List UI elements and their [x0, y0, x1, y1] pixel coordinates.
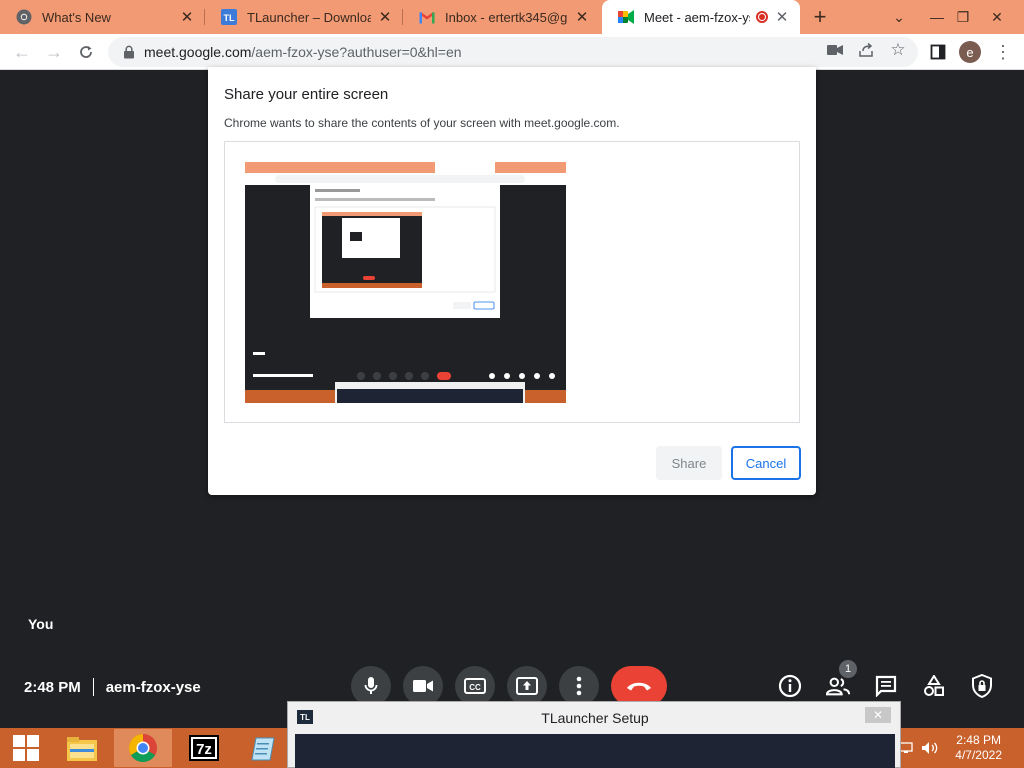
tab-strip: What's New ✕ TL TLauncher – Download M ✕… — [0, 0, 1024, 34]
close-icon[interactable]: ✕ — [574, 9, 590, 26]
tab-whats-new[interactable]: What's New ✕ — [0, 0, 205, 34]
recording-icon — [756, 11, 768, 23]
close-icon[interactable]: ✕ — [865, 707, 891, 723]
new-tab-button[interactable]: + — [806, 3, 834, 31]
window-title: TLauncher Setup — [541, 710, 649, 726]
svg-text:7z: 7z — [196, 741, 212, 758]
host-controls-icon[interactable] — [970, 674, 994, 698]
svg-text:CC: CC — [469, 683, 481, 692]
bookmark-star-icon[interactable]: ☆ — [889, 40, 907, 59]
volume-icon[interactable] — [918, 729, 942, 767]
forward-button[interactable]: → — [40, 38, 68, 66]
screen-thumbnail-image — [245, 162, 566, 403]
clock-date: 4/7/2022 — [955, 748, 1002, 762]
tab-tlauncher[interactable]: TL TLauncher – Download M ✕ — [205, 0, 403, 34]
dialog-subtitle: Chrome wants to share the contents of yo… — [224, 116, 620, 130]
tlauncher-setup-window[interactable]: TLauncher Setup TL ✕ — [287, 701, 901, 768]
address-bar[interactable]: meet.google.com/aem-fzox-yse?authuser=0&… — [108, 37, 918, 67]
tab-meet[interactable]: Meet - aem-fzox-yse ✕ — [602, 0, 800, 34]
restore-icon[interactable]: ❐ — [946, 0, 980, 34]
windows-logo-icon — [13, 735, 39, 761]
meeting-details-icon[interactable] — [778, 674, 802, 698]
url-text: meet.google.com/aem-fzox-yse?authuser=0&… — [144, 44, 462, 60]
system-clock[interactable]: 2:48 PM 4/7/2022 — [955, 733, 1002, 763]
divider — [92, 678, 94, 696]
microphone-button[interactable] — [351, 666, 391, 706]
call-end-icon — [627, 682, 651, 691]
tab-title: TLauncher – Download M — [247, 9, 371, 25]
side-panel-icon[interactable] — [925, 39, 951, 65]
lock-icon[interactable] — [122, 45, 136, 59]
chat-icon[interactable] — [874, 674, 898, 698]
tlauncher-logo: TL — [297, 710, 313, 724]
present-screen-button[interactable] — [507, 666, 547, 706]
captions-button[interactable]: CC — [455, 666, 495, 706]
file-explorer-icon[interactable] — [56, 729, 108, 767]
browser-toolbar: ← → meet.google.com/aem-fzox-yse?authuse… — [0, 34, 1024, 70]
tab-title: What's New — [42, 9, 111, 25]
activities-icon[interactable] — [922, 674, 946, 698]
reload-icon — [80, 46, 92, 58]
back-button[interactable]: ← — [8, 38, 36, 66]
share-icon[interactable] — [857, 41, 875, 59]
captions-icon: CC — [464, 678, 486, 694]
cancel-button[interactable]: Cancel — [731, 446, 801, 480]
notepad-icon[interactable] — [238, 729, 290, 767]
meet-icon — [618, 9, 634, 25]
url-host: meet.google.com — [144, 44, 252, 60]
tab-title: Meet - aem-fzox-yse — [644, 9, 750, 25]
svg-text:TL: TL — [224, 13, 235, 23]
reload-button[interactable] — [72, 38, 100, 66]
url-path: /aem-fzox-yse?authuser=0&hl=en — [251, 44, 462, 60]
camera-in-use-icon[interactable] — [826, 41, 844, 59]
camera-icon — [413, 680, 433, 692]
meeting-code: aem-fzox-yse — [105, 678, 201, 696]
close-icon[interactable]: ✕ — [774, 9, 790, 26]
screen-thumbnail[interactable] — [245, 162, 566, 403]
tab-title: Inbox - ertertk345@gma — [445, 9, 568, 25]
present-icon — [516, 677, 538, 695]
screen-preview-frame[interactable] — [224, 141, 800, 423]
more-vert-icon — [576, 676, 582, 696]
self-tile-label: You — [28, 616, 54, 632]
chrome-icon — [16, 9, 32, 25]
share-button[interactable]: Share — [656, 446, 722, 480]
tab-gmail[interactable]: Inbox - ertertk345@gma ✕ — [403, 0, 600, 34]
dialog-title: Share your entire screen — [224, 86, 389, 103]
tab-search-icon[interactable]: ⌄ — [882, 0, 916, 34]
close-window-icon[interactable]: ✕ — [980, 0, 1014, 34]
participants-count-badge: 1 — [838, 659, 858, 679]
gmail-icon — [419, 9, 435, 25]
leave-call-button[interactable] — [611, 666, 667, 706]
microphone-icon — [364, 677, 378, 694]
7zip-icon[interactable]: 7z — [178, 729, 230, 767]
start-button[interactable] — [0, 729, 52, 767]
profile-avatar[interactable]: e — [959, 41, 981, 63]
more-options-button[interactable] — [559, 666, 599, 706]
tlauncher-icon: TL — [221, 9, 237, 25]
close-icon[interactable]: ✕ — [377, 9, 393, 26]
setup-window-body — [295, 734, 895, 768]
camera-button[interactable] — [403, 666, 443, 706]
more-menu-icon[interactable]: ⋮ — [990, 39, 1016, 65]
chrome-taskbar-icon[interactable] — [114, 729, 172, 767]
meeting-time: 2:48 PM — [24, 678, 81, 696]
close-icon[interactable]: ✕ — [179, 9, 195, 26]
share-screen-dialog: Share your entire screen Chrome wants to… — [208, 67, 816, 495]
clock-time: 2:48 PM — [956, 733, 1001, 747]
meeting-info: 2:48 PM aem-fzox-yse — [24, 678, 201, 696]
